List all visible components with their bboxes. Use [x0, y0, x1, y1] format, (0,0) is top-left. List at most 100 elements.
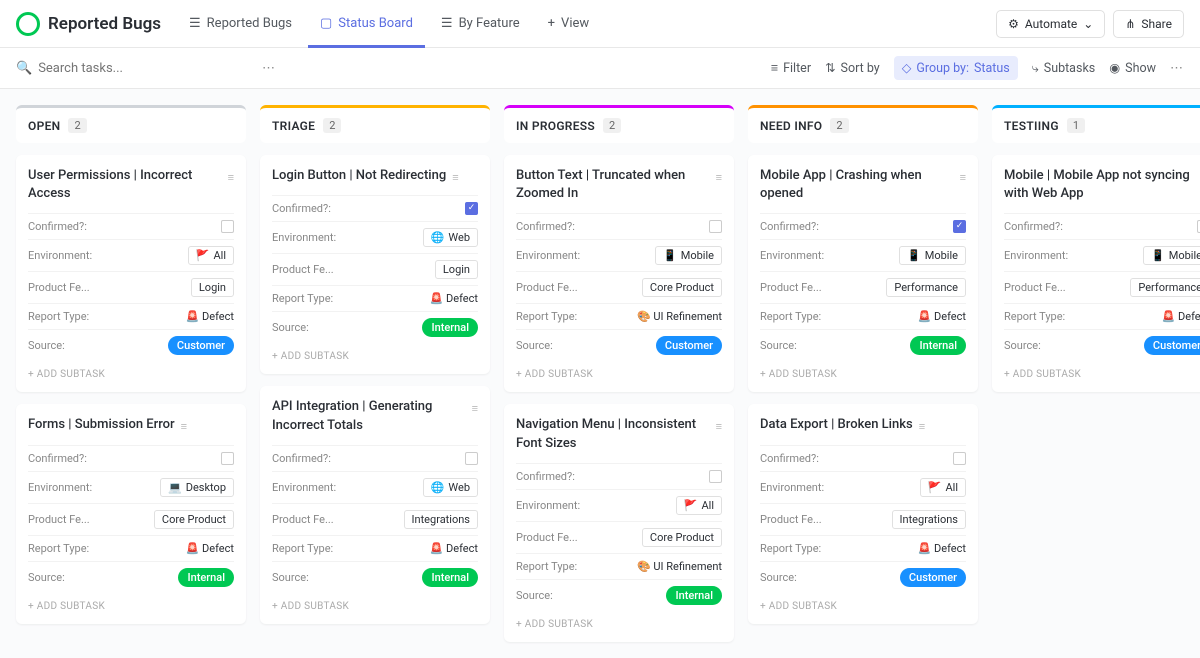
- task-card[interactable]: Button Text | Truncated when Zoomed In≡ …: [504, 155, 734, 392]
- add-subtask-button[interactable]: + ADD SUBTASK: [28, 593, 234, 612]
- add-subtask-button[interactable]: + ADD SUBTASK: [272, 593, 478, 612]
- feature-chip[interactable]: Integrations: [404, 510, 478, 529]
- subtasks-button[interactable]: ⤷Subtasks: [1032, 61, 1095, 76]
- task-card[interactable]: User Permissions | Incorrect Access≡ Con…: [16, 155, 246, 392]
- report-type-value: 🎨 UI Refinement: [637, 310, 722, 323]
- feature-chip[interactable]: Integrations: [892, 510, 966, 529]
- task-card[interactable]: Mobile App | Crashing when opened≡ Confi…: [748, 155, 978, 392]
- environment-chip[interactable]: 💻Desktop: [160, 478, 234, 497]
- task-card[interactable]: Data Export | Broken Links≡ Confirmed?: …: [748, 404, 978, 623]
- environment-chip[interactable]: 🚩All: [920, 478, 966, 497]
- environment-chip[interactable]: 🌐Web: [423, 228, 478, 247]
- source-pill[interactable]: Internal: [422, 568, 478, 587]
- source-pill[interactable]: Customer: [900, 568, 966, 587]
- task-card[interactable]: Navigation Menu | Inconsistent Font Size…: [504, 404, 734, 641]
- column: TRIAGE 2 Login Button | Not Redirecting≡…: [260, 105, 490, 642]
- field-label: Report Type:: [516, 560, 577, 573]
- add-subtask-button[interactable]: + ADD SUBTASK: [760, 593, 966, 612]
- confirmed-checkbox[interactable]: [221, 220, 234, 233]
- add-subtask-button[interactable]: + ADD SUBTASK: [516, 611, 722, 630]
- task-card[interactable]: API Integration | Generating Incorrect T…: [260, 386, 490, 623]
- source-pill[interactable]: Customer: [168, 336, 234, 355]
- task-card[interactable]: Mobile | Mobile App not syncing with Web…: [992, 155, 1200, 392]
- tab-by-feature[interactable]: ☰By Feature: [429, 8, 532, 39]
- feature-chip[interactable]: Performance: [1130, 278, 1200, 297]
- environment-chip[interactable]: 🚩All: [676, 496, 722, 515]
- show-button[interactable]: ◉Show: [1109, 60, 1156, 76]
- description-icon: ≡: [716, 419, 722, 434]
- source-pill[interactable]: Customer: [1144, 336, 1200, 355]
- field-label: Confirmed?:: [272, 452, 331, 465]
- add-subtask-button[interactable]: + ADD SUBTASK: [516, 361, 722, 380]
- subtask-icon: ⤷: [1032, 61, 1039, 76]
- source-pill[interactable]: Internal: [422, 318, 478, 337]
- env-icon: 🚩: [684, 499, 698, 512]
- field-product-feature: Product Fe... Core Product: [28, 503, 234, 535]
- field-report-type: Report Type:🎨 UI Refinement: [516, 553, 722, 579]
- field-label: Product Fe...: [28, 513, 90, 526]
- add-subtask-button[interactable]: + ADD SUBTASK: [760, 361, 966, 380]
- column-header[interactable]: OPEN 2: [16, 105, 246, 143]
- column-header[interactable]: TESTIING 1: [992, 105, 1200, 143]
- confirmed-checkbox[interactable]: ✓: [953, 220, 966, 233]
- share-button[interactable]: ⋔Share: [1113, 10, 1184, 38]
- groupby-button[interactable]: ◇Group by: Status: [894, 56, 1018, 80]
- page-title: Reported Bugs: [48, 14, 161, 34]
- feature-chip[interactable]: Core Product: [642, 528, 722, 547]
- field-label: Report Type:: [28, 542, 89, 555]
- source-pill[interactable]: Customer: [656, 336, 722, 355]
- field-label: Confirmed?:: [760, 220, 819, 233]
- field-report-type: Report Type:🚨 Defect: [1004, 303, 1200, 329]
- field-label: Report Type:: [760, 310, 821, 323]
- tab-status-board[interactable]: ▢Status Board: [308, 8, 425, 39]
- field-label: Environment:: [28, 481, 92, 494]
- add-subtask-button[interactable]: + ADD SUBTASK: [272, 343, 478, 362]
- sort-icon: ⇅: [825, 60, 835, 76]
- confirmed-checkbox[interactable]: [465, 452, 478, 465]
- confirmed-checkbox[interactable]: [709, 470, 722, 483]
- source-pill[interactable]: Internal: [666, 586, 722, 605]
- search-input[interactable]: [38, 61, 256, 76]
- toolbar-more-icon[interactable]: ⋯: [1170, 61, 1184, 76]
- add-subtask-button[interactable]: + ADD SUBTASK: [28, 361, 234, 380]
- confirmed-checkbox[interactable]: [709, 220, 722, 233]
- field-confirmed: Confirmed?:: [516, 213, 722, 239]
- confirmed-checkbox[interactable]: [221, 452, 234, 465]
- environment-chip[interactable]: 🚩All: [188, 246, 234, 265]
- confirmed-checkbox[interactable]: [953, 452, 966, 465]
- search-more-icon[interactable]: ⋯: [262, 61, 276, 76]
- feature-chip[interactable]: Login: [191, 278, 234, 297]
- add-subtask-button[interactable]: + ADD SUBTASK: [1004, 361, 1200, 380]
- field-report-type: Report Type:🎨 UI Refinement: [516, 303, 722, 329]
- column-header[interactable]: TRIAGE 2: [260, 105, 490, 143]
- source-pill[interactable]: Internal: [910, 336, 966, 355]
- column-header[interactable]: NEED INFO 2: [748, 105, 978, 143]
- automate-button[interactable]: ⚙Automate⌄: [996, 10, 1105, 38]
- source-pill[interactable]: Internal: [178, 568, 234, 587]
- environment-chip[interactable]: 📱Mobile: [655, 246, 722, 265]
- group-icon: ◇: [902, 60, 912, 76]
- environment-chip[interactable]: 🌐Web: [423, 478, 478, 497]
- add-view-button[interactable]: +View: [536, 8, 602, 39]
- task-card[interactable]: Login Button | Not Redirecting≡ Confirme…: [260, 155, 490, 374]
- confirmed-checkbox[interactable]: ✓: [465, 202, 478, 215]
- environment-chip[interactable]: 📱Mobile: [899, 246, 966, 265]
- filter-button[interactable]: ≡Filter: [771, 61, 811, 76]
- tab-reported-bugs[interactable]: ☰Reported Bugs: [177, 8, 304, 39]
- feature-chip[interactable]: Login: [435, 260, 478, 279]
- field-product-feature: Product Fe...Login: [272, 253, 478, 285]
- plus-icon: +: [548, 16, 555, 31]
- field-label: Environment:: [516, 499, 580, 512]
- feature-chip[interactable]: Core Product: [154, 510, 234, 529]
- task-card[interactable]: Forms | Submission Error≡ Confirmed?: En…: [16, 404, 246, 623]
- report-icon: 🎨: [637, 310, 651, 323]
- feature-chip[interactable]: Performance: [886, 278, 966, 297]
- field-source: Source:Customer: [516, 329, 722, 361]
- sortby-button[interactable]: ⇅Sort by: [825, 60, 880, 76]
- column-header[interactable]: IN PROGRESS 2: [504, 105, 734, 143]
- field-label: Product Fe...: [516, 531, 578, 544]
- field-label: Report Type:: [272, 292, 333, 305]
- environment-chip[interactable]: 📱Mobile: [1143, 246, 1200, 265]
- feature-chip[interactable]: Core Product: [642, 278, 722, 297]
- report-type-value: 🚨 Defect: [186, 310, 234, 323]
